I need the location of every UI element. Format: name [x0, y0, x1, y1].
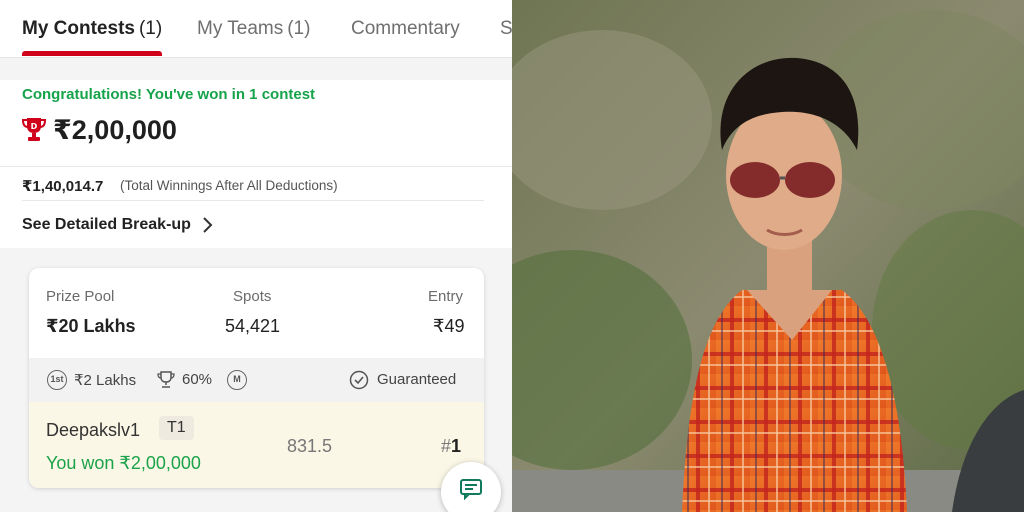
won-amount-text: You won ₹2,00,000: [46, 453, 201, 473]
person-photo: [512, 0, 1024, 512]
spots-label: Spots: [233, 288, 272, 305]
tab-bar: My Contests (1) My Teams (1) Commentary S: [0, 0, 512, 58]
tab-label: My Teams: [197, 18, 284, 39]
multi-entry-badge: M: [227, 370, 247, 390]
net-winnings: ₹1,40,014.7: [22, 178, 104, 195]
entry-value: ₹49: [433, 316, 465, 336]
net-winnings-note: (Total Winnings After All Deductions): [120, 178, 338, 193]
divider: [22, 200, 484, 201]
photo-illustration: [512, 0, 1024, 512]
winnings-card: Congratulations! You've won in 1 contest…: [0, 80, 512, 248]
team-tag: T1: [159, 416, 194, 440]
active-tab-indicator: [22, 51, 162, 56]
divider: [0, 166, 512, 167]
app-panel: My Contests (1) My Teams (1) Commentary S …: [0, 0, 512, 512]
tab-count: (1): [287, 18, 311, 39]
guaranteed-label: Guaranteed: [377, 371, 457, 388]
chevron-right-icon[interactable]: [200, 215, 214, 235]
chat-icon: [460, 479, 482, 500]
spots-value: 54,421: [225, 316, 281, 336]
contest-card[interactable]: Prize Pool ₹20 Lakhs Spots 54,421 Entry …: [29, 268, 484, 488]
entry-label: Entry: [428, 288, 464, 305]
team-result-row[interactable]: Deepakslv1 T1 831.5 #1 You won ₹2,00,000: [29, 402, 484, 488]
team-points: 831.5: [287, 436, 333, 456]
check-circle-icon: [349, 370, 369, 390]
detailed-breakup-link[interactable]: See Detailed Break-up: [22, 216, 191, 234]
congrats-message: Congratulations! You've won in 1 contest: [22, 86, 316, 103]
rank-value: 1: [451, 436, 462, 456]
tab-my-teams[interactable]: My Teams (1): [197, 18, 310, 40]
tab-label: My Contests: [22, 18, 135, 39]
first-prize-badge: 1st: [47, 370, 67, 390]
tab-label: S: [500, 18, 512, 39]
tab-my-contests[interactable]: My Contests (1): [22, 18, 162, 40]
tab-commentary[interactable]: Commentary: [351, 18, 460, 40]
tab-partial[interactable]: S: [500, 18, 512, 40]
tab-count: (1): [138, 18, 163, 39]
svg-text:D: D: [31, 122, 38, 131]
winners-percent: 60%: [182, 371, 213, 388]
username: Deepakslv1: [46, 420, 141, 440]
tab-label: Commentary: [351, 18, 460, 39]
prize-pool-label: Prize Pool: [46, 288, 115, 305]
chat-button[interactable]: [441, 462, 501, 512]
rank-prefix: #: [441, 436, 452, 456]
team-rank: #1: [441, 436, 461, 457]
contest-info-strip: 1st ₹2 Lakhs 60% M Guaranteed: [29, 358, 484, 402]
trophy-icon: D: [22, 118, 46, 141]
prize-pool-value: ₹20 Lakhs: [46, 316, 136, 336]
first-prize-value: ₹2 Lakhs: [74, 372, 137, 389]
cup-icon: [157, 371, 175, 388]
winning-amount: ₹2,00,000: [53, 115, 177, 145]
